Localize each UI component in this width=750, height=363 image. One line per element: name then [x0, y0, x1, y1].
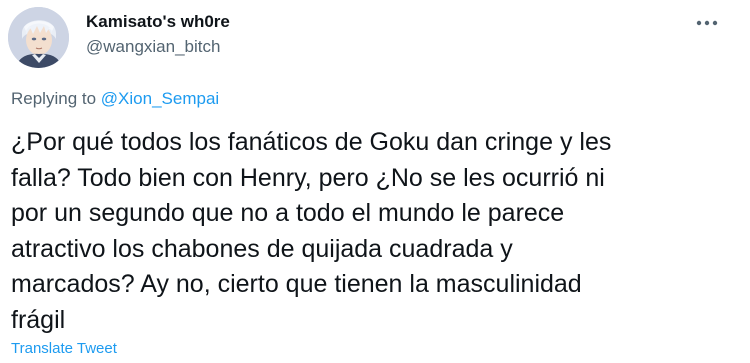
- tweet-card: Kamisato's wh0re @wangxian_bitch Replyin…: [0, 0, 750, 363]
- avatar[interactable]: [8, 7, 69, 68]
- user-handle[interactable]: @wangxian_bitch: [86, 37, 220, 57]
- replying-to-line: Replying to @Xion_Sempai: [11, 89, 219, 109]
- more-horizontal-icon: [696, 20, 718, 26]
- tweet-text: ¿Por qué todos los fanáticos de Goku dan…: [11, 128, 612, 334]
- display-name[interactable]: Kamisato's wh0re: [86, 12, 230, 32]
- reply-mention-link[interactable]: @Xion_Sempai: [101, 89, 219, 108]
- avatar-illustration: [8, 7, 69, 68]
- more-options-button[interactable]: [692, 12, 722, 34]
- replying-to-label: Replying to: [11, 89, 97, 108]
- translate-tweet-link[interactable]: Translate Tweet: [11, 340, 117, 357]
